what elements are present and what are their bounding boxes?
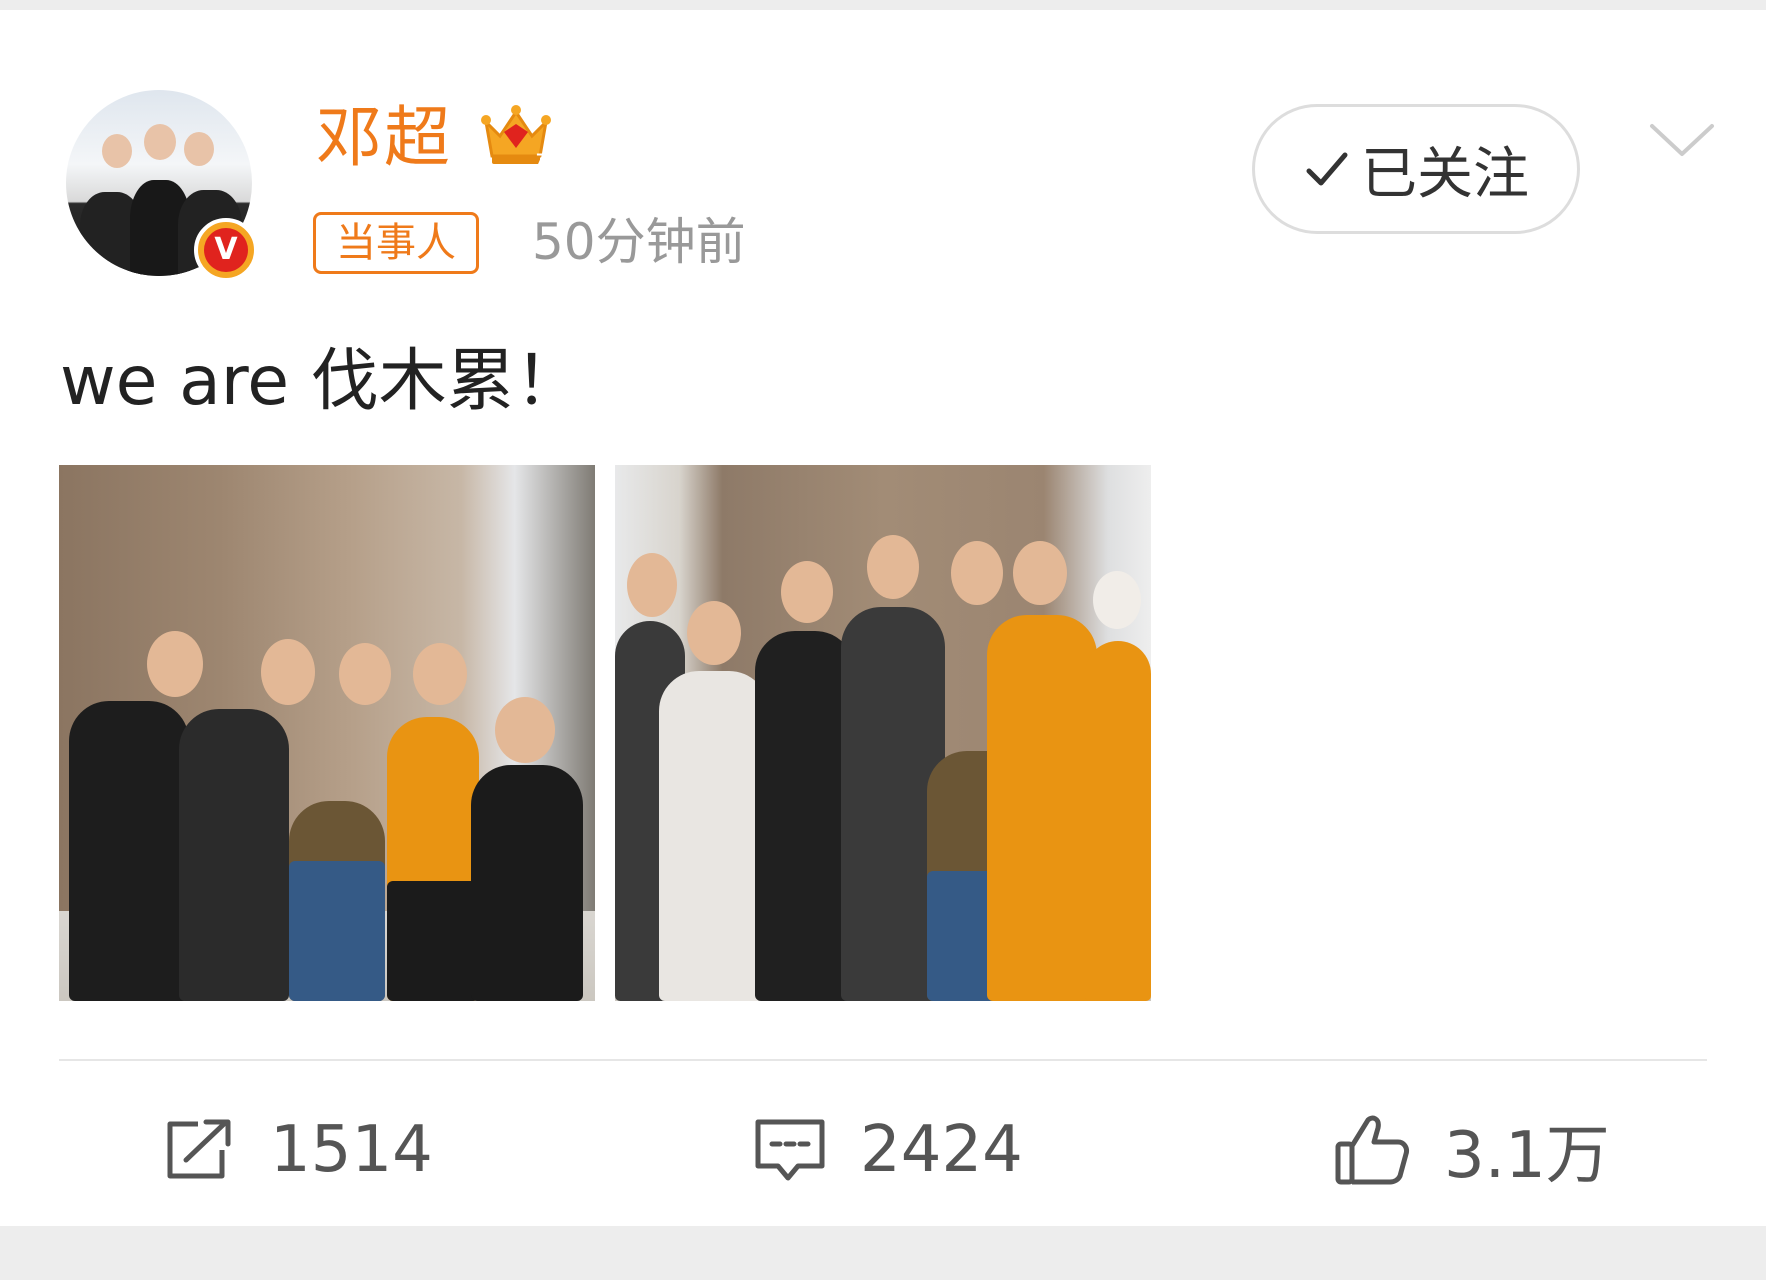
thumbs-up-icon [1335, 1115, 1409, 1185]
photo-person [987, 541, 1097, 1001]
chevron-down-icon[interactable] [1648, 120, 1716, 160]
post-image-2[interactable] [615, 465, 1151, 1001]
photo-person [471, 697, 583, 1001]
post-time: 50分钟前 [532, 213, 746, 271]
repost-icon [167, 1119, 231, 1179]
avatar-face [102, 134, 132, 168]
post-text: we are 伐木累！ [60, 342, 583, 421]
photo-person [755, 561, 855, 1001]
bottom-strip [0, 1226, 1766, 1280]
photo-person [1085, 571, 1151, 1001]
top-strip [0, 0, 1766, 10]
repost-count: 1514 [270, 1113, 433, 1187]
photo-person [289, 643, 391, 1001]
verified-label: V [204, 228, 248, 272]
like-button[interactable]: 3.1万 [1334, 1110, 1610, 1193]
check-icon [1306, 152, 1348, 186]
photo-person [659, 601, 769, 1001]
comment-icon [755, 1119, 825, 1181]
verified-v-icon: V [194, 218, 258, 282]
comment-count: 2424 [860, 1113, 1023, 1187]
repost-button[interactable]: 1514 [164, 1110, 433, 1190]
follow-button[interactable]: 已关注 [1252, 104, 1580, 234]
photo-person [69, 631, 203, 1001]
comment-button[interactable]: 2424 [754, 1110, 1023, 1190]
avatar-face [144, 124, 176, 160]
like-count: 3.1万 [1444, 1119, 1610, 1193]
divider [59, 1059, 1707, 1061]
follow-label: 已关注 [1361, 141, 1529, 207]
photo-person [179, 639, 315, 1001]
svg-text:7: 7 [536, 152, 546, 168]
photo-person [387, 643, 479, 1001]
post-card: V 邓超 7 当事人 50分钟前 已关注 we are 伐木累！ 1514 24… [0, 10, 1766, 1226]
party-tag: 当事人 [313, 212, 479, 274]
username[interactable]: 邓超 [316, 98, 452, 178]
crown-icon: 7 [481, 105, 551, 168]
avatar-face [184, 132, 214, 166]
post-image-1[interactable] [59, 465, 595, 1001]
